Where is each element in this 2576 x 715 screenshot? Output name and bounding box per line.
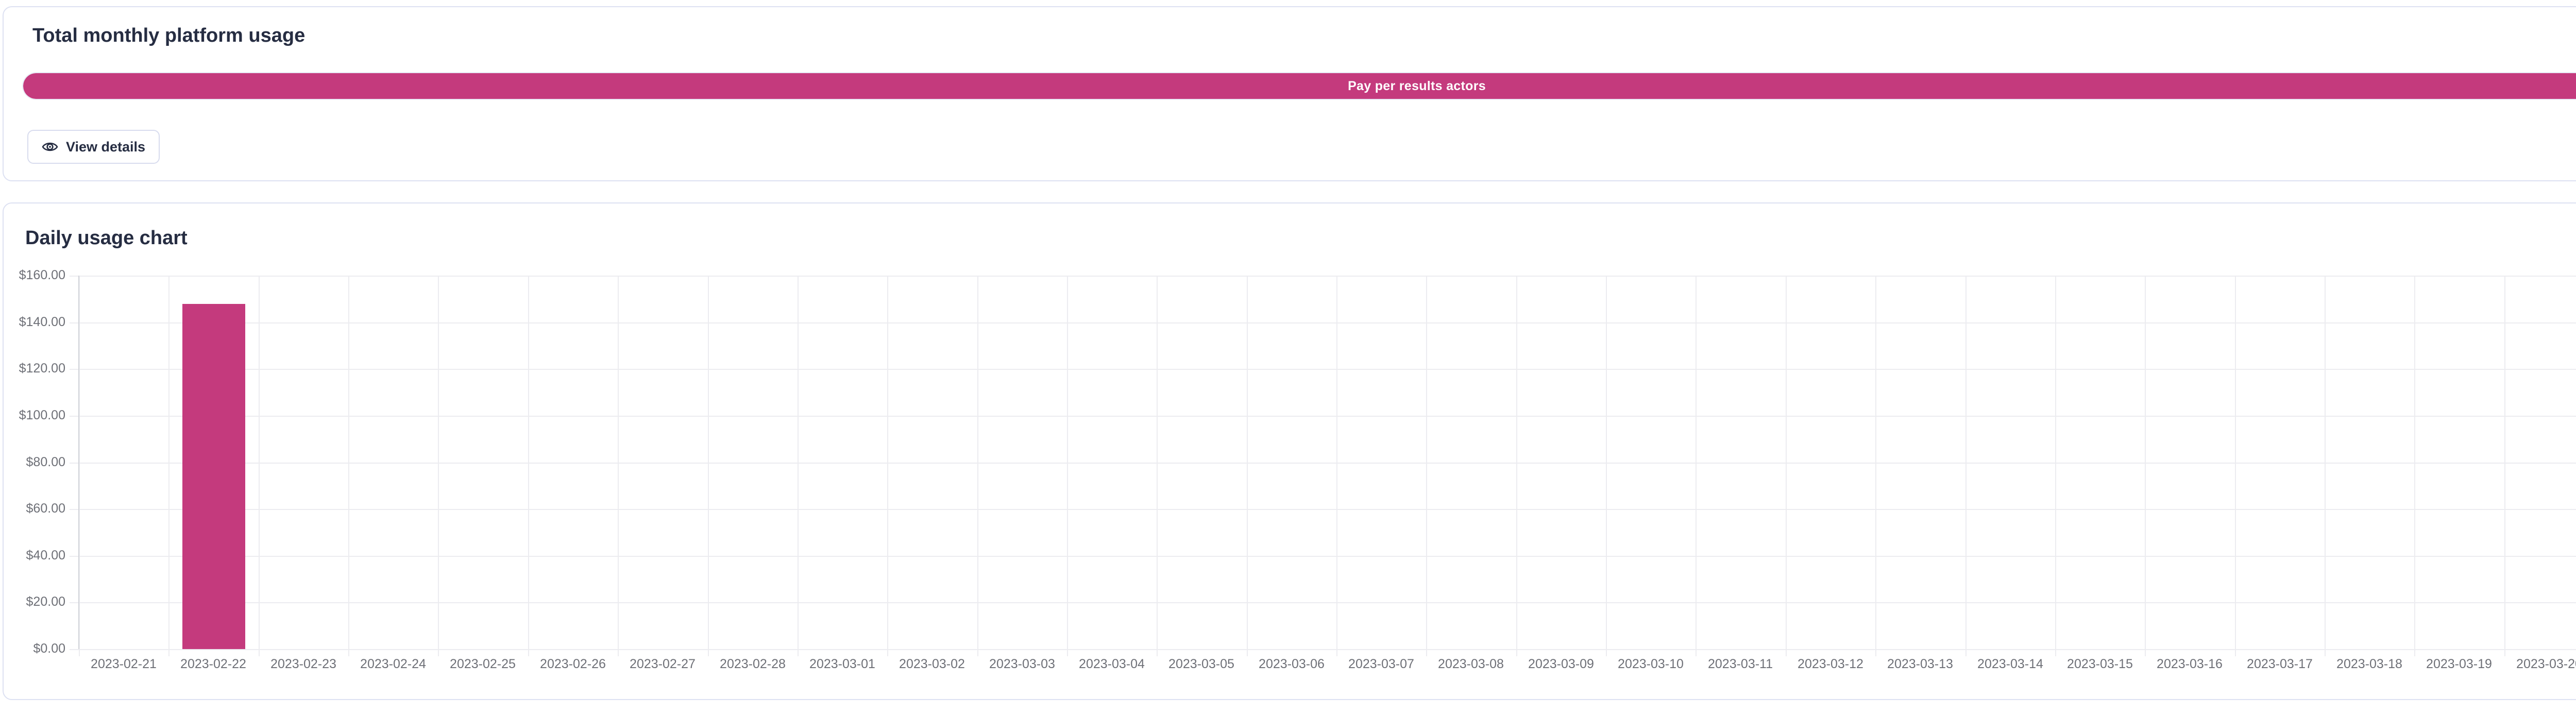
x-gridline xyxy=(708,276,709,656)
y-axis-label: $100.00 xyxy=(4,408,65,423)
x-gridline xyxy=(2055,276,2056,656)
y-gridline xyxy=(70,649,2576,650)
x-axis-label: 2023-03-06 xyxy=(1247,657,1336,672)
x-gridline xyxy=(2504,276,2505,656)
daily-usage-title: Daily usage chart xyxy=(25,227,188,249)
y-axis-label: $80.00 xyxy=(4,455,65,470)
x-gridline xyxy=(2235,276,2236,656)
y-gridline xyxy=(70,509,2576,510)
x-gridline xyxy=(618,276,619,656)
x-gridline xyxy=(887,276,888,656)
y-gridline xyxy=(70,463,2576,464)
x-axis-label: 2023-03-14 xyxy=(1965,657,2055,672)
x-gridline xyxy=(1965,276,1967,656)
y-gridline xyxy=(70,276,2576,277)
x-axis-label: 2023-02-22 xyxy=(168,657,258,672)
x-axis-label: 2023-02-27 xyxy=(618,657,707,672)
x-gridline xyxy=(259,276,260,656)
y-axis-label: $160.00 xyxy=(4,268,65,283)
view-details-button[interactable]: View details xyxy=(27,130,160,164)
usage-progress-segment[interactable]: Pay per results actors xyxy=(23,73,2576,99)
x-axis-label: 2023-03-19 xyxy=(2414,657,2504,672)
x-gridline xyxy=(438,276,439,656)
view-details-label: View details xyxy=(66,139,145,155)
x-axis-label: 2023-03-01 xyxy=(798,657,887,672)
x-gridline xyxy=(1067,276,1068,656)
x-axis-label: 2023-03-18 xyxy=(2325,657,2414,672)
x-axis-label: 2023-03-02 xyxy=(887,657,977,672)
x-gridline xyxy=(528,276,529,656)
x-gridline xyxy=(977,276,978,656)
x-gridline xyxy=(348,276,349,656)
y-axis-label: $40.00 xyxy=(4,548,65,563)
x-axis-label: 2023-03-10 xyxy=(1606,657,1696,672)
x-gridline xyxy=(2145,276,2146,656)
x-gridline xyxy=(168,276,170,656)
x-gridline xyxy=(1696,276,1697,656)
x-axis-label: 2023-02-28 xyxy=(708,657,798,672)
x-axis-label: 2023-02-21 xyxy=(79,657,168,672)
y-gridline xyxy=(70,602,2576,603)
x-gridline xyxy=(1516,276,1517,656)
x-axis-label: 2023-02-25 xyxy=(438,657,528,672)
y-axis-label: $0.00 xyxy=(4,641,65,656)
x-gridline xyxy=(2325,276,2326,656)
x-gridline xyxy=(1157,276,1158,656)
x-axis-label: 2023-03-08 xyxy=(1426,657,1516,672)
x-gridline xyxy=(1426,276,1427,656)
x-axis-label: 2023-02-24 xyxy=(348,657,438,672)
y-gridline xyxy=(70,322,2576,324)
y-axis-label: $120.00 xyxy=(4,361,65,376)
x-axis-label: 2023-03-11 xyxy=(1696,657,1785,672)
x-axis-label: 2023-03-13 xyxy=(1875,657,1965,672)
y-axis-label: $140.00 xyxy=(4,315,65,330)
y-gridline xyxy=(70,369,2576,370)
usage-progress-track: Pay per results actors xyxy=(23,73,2576,99)
x-axis-label: 2023-03-09 xyxy=(1516,657,1606,672)
y-gridline xyxy=(70,416,2576,417)
y-axis-line xyxy=(78,276,79,649)
eye-icon xyxy=(42,139,58,155)
x-axis-label: 2023-03-12 xyxy=(1786,657,1875,672)
y-gridline xyxy=(70,556,2576,557)
x-axis-label: 2023-03-16 xyxy=(2145,657,2234,672)
x-axis-label: 2023-02-23 xyxy=(259,657,348,672)
x-axis-label: 2023-03-17 xyxy=(2235,657,2325,672)
x-gridline xyxy=(1336,276,1337,656)
x-axis-label: 2023-03-03 xyxy=(977,657,1067,672)
x-gridline xyxy=(798,276,799,656)
x-axis-label: 2023-03-04 xyxy=(1067,657,1157,672)
x-gridline xyxy=(2414,276,2415,656)
x-gridline xyxy=(1606,276,1607,656)
x-axis-label: 2023-03-07 xyxy=(1336,657,1426,672)
y-axis-label: $60.00 xyxy=(4,501,65,516)
x-axis-label: 2023-03-05 xyxy=(1157,657,1246,672)
chart-area: $160.00$140.00$120.00$100.00$80.00$60.00… xyxy=(4,276,2576,693)
y-axis-label: $20.00 xyxy=(4,594,65,609)
daily-usage-card: Daily usage chart Absolute Cumulative $1… xyxy=(3,202,2576,700)
x-axis-label: 2023-03-15 xyxy=(2055,657,2145,672)
x-axis-label: 2023-02-26 xyxy=(528,657,618,672)
monthly-usage-title: Total monthly platform usage xyxy=(32,25,305,47)
chart-bar[interactable] xyxy=(182,304,245,649)
x-gridline xyxy=(1786,276,1787,656)
x-axis-label: 2023-03-20 xyxy=(2504,657,2576,672)
x-gridline xyxy=(1875,276,1876,656)
x-gridline xyxy=(1247,276,1248,656)
monthly-usage-card: Total monthly platform usage $150.00 Pay… xyxy=(3,6,2576,181)
usage-progress-label: Pay per results actors xyxy=(1348,79,1486,94)
